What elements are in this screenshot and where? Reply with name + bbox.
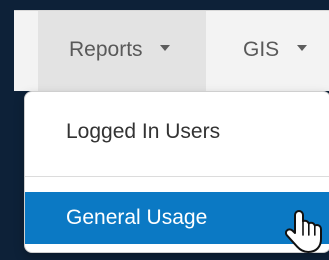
menu-item-logged-in-users[interactable]: Logged In Users: [25, 106, 329, 158]
nav-item-gis[interactable]: GIS: [225, 11, 329, 91]
menu-item-label: General Usage: [66, 206, 208, 229]
nav-item-label: GIS: [243, 38, 280, 61]
menu-item-general-usage[interactable]: General Usage: [25, 192, 329, 244]
menu-divider: [25, 176, 329, 177]
top-navbar: Reports GIS: [14, 10, 329, 91]
caret-down-icon: [297, 45, 308, 52]
nav-item-label: Reports: [69, 38, 143, 61]
reports-dropdown-menu: Logged In Users General Usage: [24, 91, 329, 253]
hand-pointer-icon: [285, 210, 322, 253]
menu-item-label: Logged In Users: [66, 120, 221, 143]
caret-down-icon: [160, 45, 171, 52]
nav-item-reports[interactable]: Reports: [38, 11, 206, 91]
